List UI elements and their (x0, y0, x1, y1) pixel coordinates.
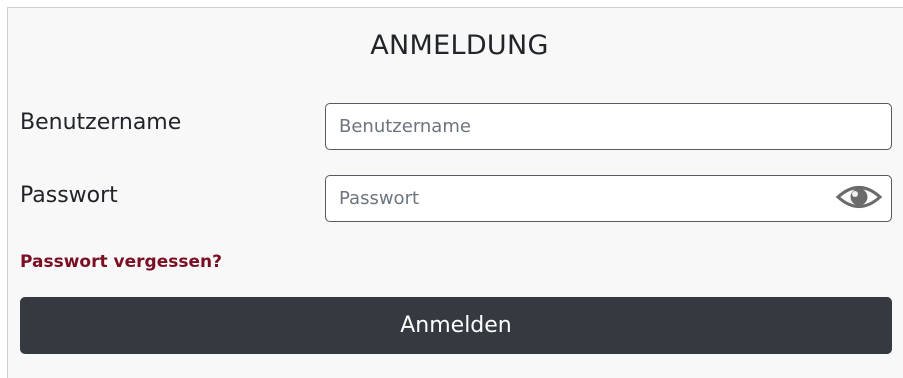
password-label: Passwort (20, 183, 118, 208)
form-title: ANMELDUNG (370, 30, 549, 61)
login-button[interactable]: Anmelden (20, 297, 892, 354)
forgot-password-link[interactable]: Passwort vergessen? (20, 252, 222, 272)
username-label: Benutzername (20, 110, 182, 135)
eye-icon[interactable] (835, 182, 883, 212)
password-input[interactable] (325, 175, 892, 222)
username-input[interactable] (325, 103, 892, 150)
